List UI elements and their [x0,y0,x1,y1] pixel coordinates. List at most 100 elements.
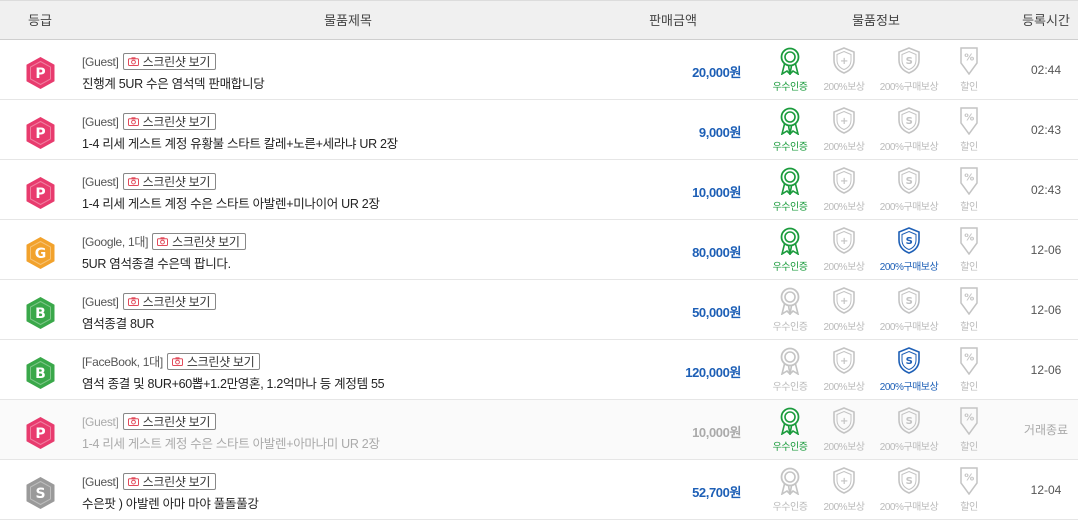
certified-label: 우수인증 [772,82,808,93]
item-title-link[interactable]: 수은팟 ) 아발렌 아마 마야 풀돌풀강 [82,493,259,512]
svg-text:B: B [35,366,46,382]
item-title-link[interactable]: 염석종결 8UR [82,313,216,332]
camera-icon [171,357,187,366]
screenshot-button[interactable]: 스크린샷 보기 [122,293,217,310]
certified-label: 우수인증 [772,442,808,453]
purchase-compensation-badge: S 200%구매보상 [879,287,939,333]
registered-time: 12-06 [1030,243,1062,257]
item-title-link[interactable]: 염석 종결 및 8UR+60뽑+1.2만영혼, 1.2억마나 등 계정템 55 [82,373,385,392]
item-title-cell[interactable]: [Guest] 스크린샷 보기 1-4 리세 게스트 계정 수은 스타트 아발렌+미… [82,173,380,212]
screenshot-button[interactable]: 스크린샷 보기 [122,113,217,130]
item-title-link[interactable]: 1-4 리세 게스트 계정 유황불 스타트 칼레+노른+세라냐 UR 2장 [82,133,398,152]
table-row[interactable]: S [Guest] 스크린샷 보기 수은팟 ) 아발렌 아마 마야 풀돌풀강 52,70… [0,460,1078,520]
award-ribbon-icon [760,467,820,496]
trade-list-table: 등급 물품제목 판매금액 물품정보 등록시간 P [Guest] 스크린샷 보기 진행… [0,0,1078,520]
header-time[interactable]: 등록시간 [1022,1,1070,40]
svg-text:+: + [840,296,848,307]
svg-text:S: S [906,56,913,67]
svg-text:%: % [964,173,974,184]
purchase-compensation-badge: S 200%구매보상 [879,167,939,213]
table-row[interactable]: P [Guest] 스크린샷 보기 1-4 리세 게스트 계정 수은 스타트 아발렌+… [0,400,1078,460]
compensation-label: 200%보상 [823,382,865,393]
award-ribbon-icon [760,167,820,196]
svg-text:S: S [906,296,913,307]
screenshot-button[interactable]: 스크린샷 보기 [152,233,246,250]
item-title-cell[interactable]: [Google, 1대] 스크린샷 보기 5UR 염석종결 수은덱 팝니다. [82,233,246,272]
purchase-compensation-label: 200%구매보상 [879,262,939,273]
screenshot-button[interactable]: 스크린샷 보기 [122,53,217,70]
compensation-label: 200%보상 [823,442,865,453]
compensation-badge: +200%보상 [814,467,874,513]
item-title-cell[interactable]: [FaceBook, 1대] 스크린샷 보기 염석 종결 및 8UR+60뽑+1.2… [82,353,385,392]
shield-s-icon: S [879,287,939,315]
header-title[interactable]: 물품제목 [324,1,372,40]
discount-badge: % 할인 [939,227,999,273]
table-row[interactable]: B [Guest] 스크린샷 보기 염석종결 8UR 50,000원 우수인증 +200%보… [0,280,1078,340]
certified-label: 우수인증 [772,322,808,333]
table-row[interactable]: B [FaceBook, 1대] 스크린샷 보기 염석 종결 및 8UR+60뽑+1.… [0,340,1078,400]
item-title-link[interactable]: 1-4 리세 게스트 계정 수은 스타트 아발렌+아마나미 UR 2장 [82,433,380,452]
shield-plus-icon: + [814,47,874,75]
screenshot-button[interactable]: 스크린샷 보기 [122,173,217,190]
item-title-link[interactable]: 1-4 리세 게스트 계정 수은 스타트 아발렌+미나이어 UR 2장 [82,193,380,212]
purchase-compensation-badge: S 200%구매보상 [879,467,939,513]
shield-s-icon: S [879,347,939,375]
grade-g-icon: G [25,236,56,270]
item-title-cell[interactable]: [Guest] 스크린샷 보기 1-4 리세 게스트 계정 유황불 스타트 칼레+노… [82,113,398,152]
screenshot-button[interactable]: 스크린샷 보기 [122,413,217,430]
svg-text:%: % [964,413,974,424]
compensation-badge: +200%보상 [814,227,874,273]
screenshot-button-label: 스크린샷 보기 [142,415,211,429]
svg-text:S: S [906,356,913,367]
compensation-badge: +200%보상 [814,347,874,393]
shield-plus-icon: + [814,227,874,255]
item-title-cell[interactable]: [Guest] 스크린샷 보기 1-4 리세 게스트 계정 수은 스타트 아발렌+아… [82,413,380,452]
svg-text:S: S [906,176,913,187]
discount-label: 할인 [960,442,978,453]
table-row[interactable]: P [Guest] 스크린샷 보기 1-4 리세 게스트 계정 수은 스타트 아발렌+… [0,160,1078,220]
certified-badge: 우수인증 [760,167,820,213]
shield-plus-icon: + [814,107,874,135]
purchase-compensation-badge: S 200%구매보상 [879,407,939,453]
table-row[interactable]: G [Google, 1대] 스크린샷 보기 5UR 염석종결 수은덱 팝니다. 80,… [0,220,1078,280]
header-price[interactable]: 판매금액 [649,1,697,40]
screenshot-button[interactable]: 스크린샷 보기 [166,353,261,370]
registered-time: 02:44 [1030,63,1062,77]
item-title-cell[interactable]: [Guest] 스크린샷 보기 진행계 5UR 수은 염석덱 판매합니당 [82,53,265,92]
screenshot-button[interactable]: 스크린샷 보기 [122,473,217,490]
item-title-cell[interactable]: [Guest] 스크린샷 보기 염석종결 8UR [82,293,217,332]
svg-text:P: P [35,186,45,202]
shield-s-icon: S [879,107,939,135]
discount-tag-icon: % [939,407,999,436]
svg-text:G: G [35,246,47,262]
certified-badge: 우수인증 [760,467,820,513]
svg-text:%: % [964,53,974,64]
compensation-label: 200%보상 [823,82,865,93]
screenshot-button-label: 스크린샷 보기 [142,55,211,69]
header-info: 물품정보 [852,13,900,28]
item-price: 10,000원 [692,425,741,440]
table-row[interactable]: P [Guest] 스크린샷 보기 1-4 리세 게스트 계정 유황불 스타트 칼레+… [0,100,1078,160]
camera-icon [127,57,143,66]
discount-tag-icon: % [939,167,999,196]
svg-text:%: % [964,353,974,364]
screenshot-button-label: 스크린샷 보기 [142,295,211,309]
award-ribbon-icon [760,107,820,136]
screenshot-button-label: 스크린샷 보기 [186,355,255,369]
compensation-badge: +200%보상 [814,167,874,213]
item-price: 80,000원 [692,245,741,260]
purchase-compensation-badge: S 200%구매보상 [879,347,939,393]
certified-badge: 우수인증 [760,407,820,453]
svg-text:S: S [906,236,913,247]
svg-text:%: % [964,473,974,484]
svg-text:B: B [35,306,46,322]
table-row[interactable]: P [Guest] 스크린샷 보기 진행계 5UR 수은 염석덱 판매합니당 20,00… [0,40,1078,100]
svg-text:%: % [964,233,974,244]
screenshot-button-label: 스크린샷 보기 [172,235,240,249]
grade-p-icon: P [25,116,56,150]
purchase-compensation-label: 200%구매보상 [879,502,939,513]
item-title-cell[interactable]: [Guest] 스크린샷 보기 수은팟 ) 아발렌 아마 마야 풀돌풀강 [82,473,259,512]
item-title-link[interactable]: 진행계 5UR 수은 염석덱 판매합니당 [82,73,265,92]
item-title-link[interactable]: 5UR 염석종결 수은덱 팝니다. [82,253,246,272]
certified-badge: 우수인증 [760,347,820,393]
